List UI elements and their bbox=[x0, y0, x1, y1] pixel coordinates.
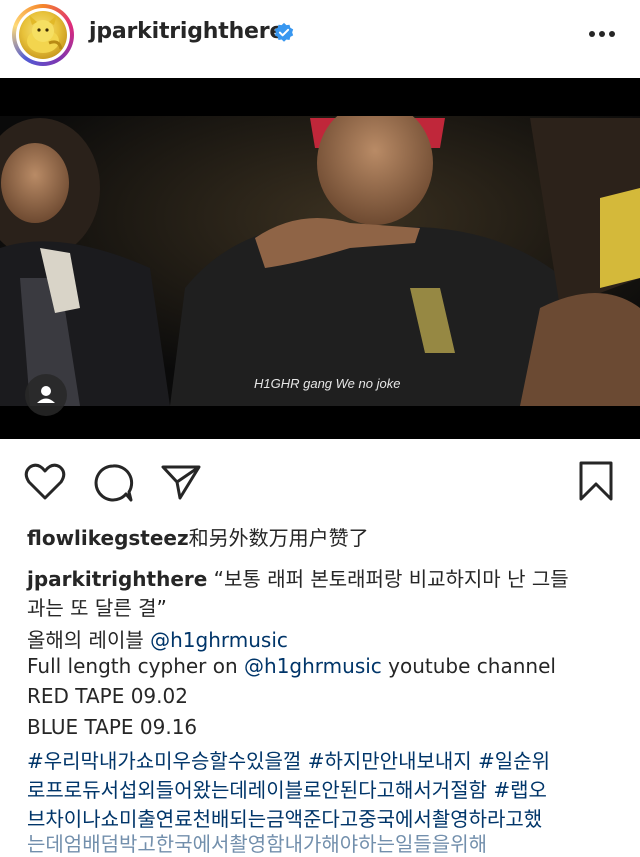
post-video[interactable]: H1GHR gang We no joke bbox=[0, 78, 640, 439]
comment-icon[interactable] bbox=[92, 463, 134, 503]
caption-text-4: Full length cypher on bbox=[27, 654, 245, 678]
caption-line-3: 올해의 레이블 @h1ghrmusic bbox=[27, 624, 288, 653]
paper-plane-icon[interactable] bbox=[160, 463, 202, 501]
user-tag-icon[interactable] bbox=[25, 374, 67, 416]
caption-text-4b: youtube channel bbox=[381, 654, 556, 678]
caption-line-5: RED TAPE 09.02 bbox=[27, 684, 188, 708]
caption-line-1: jparkitrighthere “보통 래퍼 본토래퍼랑 비교하지마 난 그들 bbox=[27, 563, 569, 592]
hashtags-line-1[interactable]: #우리막내가쇼미우승할수있을껄 #하지만안내보내지 #일순위 bbox=[27, 745, 550, 774]
heart-icon[interactable] bbox=[24, 463, 66, 501]
caption-username[interactable]: jparkitrighthere bbox=[27, 567, 207, 591]
mention-link[interactable]: @h1ghrmusic bbox=[150, 628, 288, 652]
likes-suffix: 和另外数万用户赞了 bbox=[188, 526, 369, 550]
caption-line-2: 과는 또 달른 결” bbox=[27, 596, 167, 620]
avatar-image bbox=[19, 11, 67, 59]
post-header: jparkitrighthere bbox=[0, 0, 640, 78]
hashtags-line-2[interactable]: 로프로듀서섭외들어왔는데레이블로안된다고해서거절함 #랩오 bbox=[27, 774, 547, 803]
caption-line-6: BLUE TAPE 09.16 bbox=[27, 715, 198, 739]
mention-link[interactable]: @h1ghrmusic bbox=[244, 654, 382, 678]
hashtags-line-4[interactable]: 는데엄배덤박고한국에서촬영함내가해야하는일들을위해 bbox=[27, 828, 487, 857]
username[interactable]: jparkitrighthere bbox=[89, 19, 284, 44]
caption-text-1: “보통 래퍼 본토래퍼랑 비교하지마 난 그들 bbox=[213, 567, 569, 591]
avatar[interactable] bbox=[12, 4, 74, 66]
video-subtitle: H1GHR gang We no joke bbox=[254, 376, 401, 391]
caption-line-4: Full length cypher on @h1ghrmusic youtub… bbox=[27, 654, 556, 678]
bookmark-icon[interactable] bbox=[578, 460, 614, 502]
liker-username[interactable]: flowlikegsteez bbox=[27, 526, 189, 550]
caption-text-3: 올해의 레이블 bbox=[27, 628, 151, 652]
more-dots-icon[interactable] bbox=[586, 20, 618, 48]
verified-badge-icon bbox=[274, 22, 294, 42]
likes-summary: flowlikegsteez和另外数万用户赞了 bbox=[27, 522, 369, 551]
